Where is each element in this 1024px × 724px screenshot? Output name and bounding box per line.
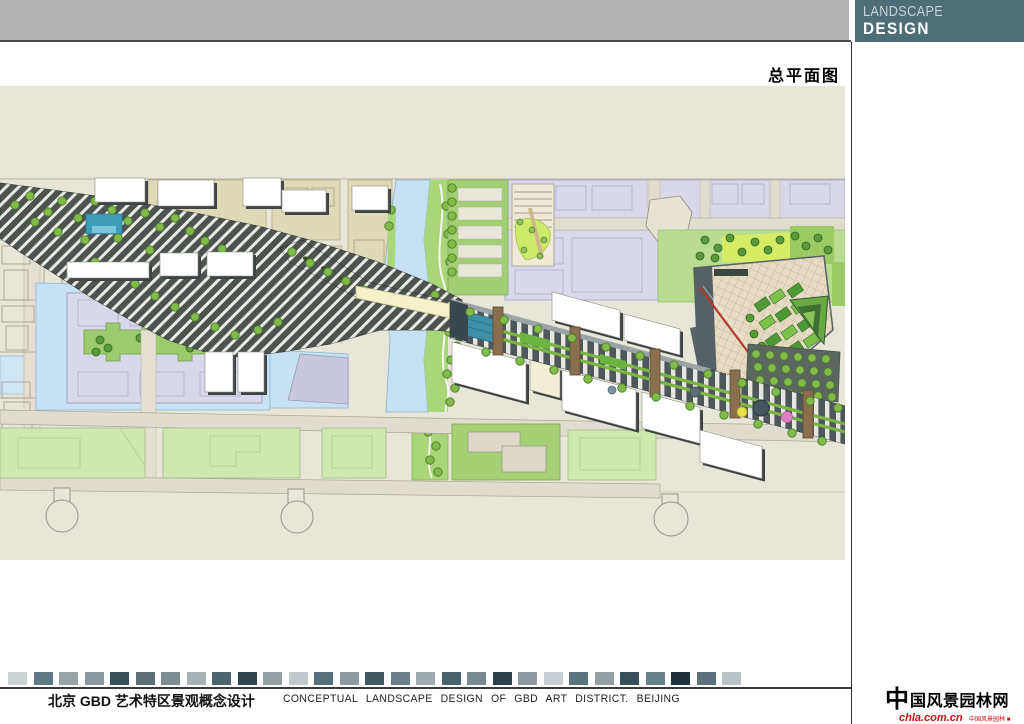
color-swatch [518,672,537,685]
presentation-board: LANDSCAPE DESIGN 总平面图 Master plan [0,0,1024,724]
color-swatch [391,672,410,685]
color-swatch [544,672,563,685]
color-swatch [289,672,308,685]
sheet-title-zh: 总平面图 [768,62,840,86]
color-swatch [314,672,333,685]
color-swatch [238,672,257,685]
color-swatch [493,672,512,685]
swatch-row [8,672,741,685]
color-swatch [365,672,384,685]
color-swatch [161,672,180,685]
brand-block: LANDSCAPE DESIGN [855,0,1024,42]
color-swatch [187,672,206,685]
project-title-zh: 北京 GBD 艺术特区景观概念设计 [48,691,255,711]
header-rule [0,40,851,42]
color-swatch [697,672,716,685]
south-green-fields [0,424,656,480]
turnaround-circle [281,501,313,533]
color-swatch [671,672,690,685]
master-plan-drawing [0,86,845,560]
color-swatch [467,672,486,685]
master-plan-panel [0,86,845,560]
color-swatch [85,672,104,685]
color-swatch [620,672,639,685]
color-swatch [59,672,78,685]
turnaround-circle [654,502,688,536]
color-swatch [646,672,665,685]
watermark-zhong-icon: 中 [885,689,909,711]
color-swatch [722,672,741,685]
color-swatch [416,672,435,685]
color-swatch [340,672,359,685]
brand-line2: DESIGN [863,20,1008,38]
color-swatch [34,672,53,685]
turnaround-circle [46,500,78,532]
color-swatch [8,672,27,685]
watermark-tiny-note: 中国风景园林 ■ [969,717,1010,723]
color-swatch [136,672,155,685]
vertical-rule [851,42,852,724]
brand-line1: LANDSCAPE [863,3,998,20]
color-swatch [569,672,588,685]
watermark-logo: 中 国风景园林网 chla.com.cn 中国风景园林 ■ [885,689,1019,724]
footer-rule [0,687,851,689]
header-gray-band [0,0,849,40]
color-swatch [110,672,129,685]
color-swatch [263,672,282,685]
color-swatch [212,672,231,685]
watermark-url[interactable]: chla.com.cn [899,712,963,724]
project-title-en: CONCEPTUAL LANDSCAPE DESIGN OF GBD ART D… [283,693,680,705]
watermark-site-name: 国风景园林网 [910,689,1009,712]
color-swatch [442,672,461,685]
color-swatch [595,672,614,685]
